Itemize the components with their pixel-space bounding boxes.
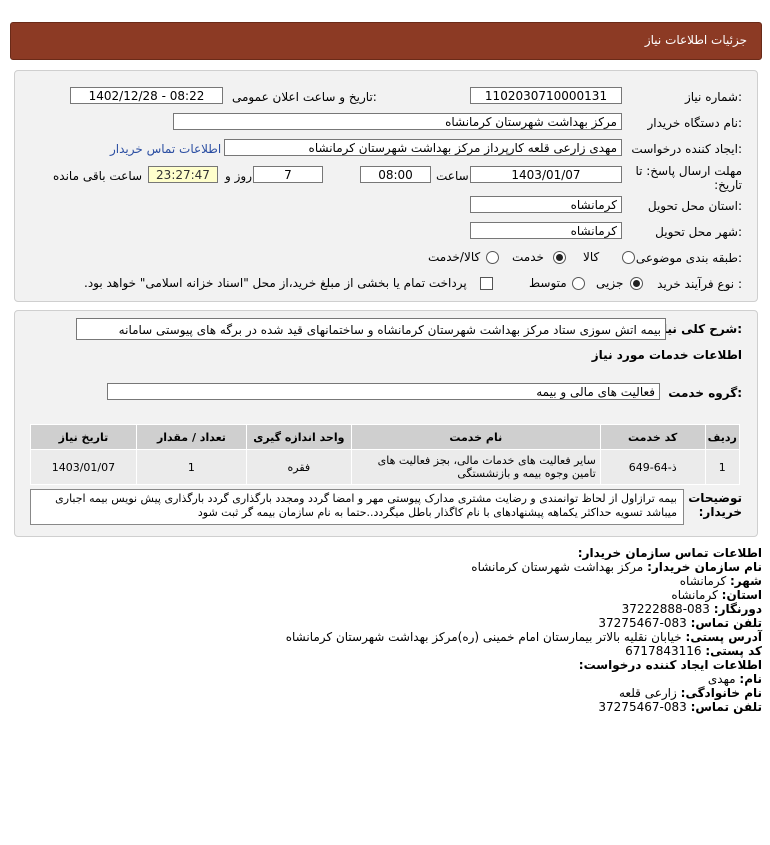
cell-date: 1403/01/07 <box>30 449 137 485</box>
contact-title: اطلاعات تماس سازمان خریدار: <box>577 546 762 560</box>
creator-field: مهدی زارعی قلعه کارپرداز مرکز بهداشت شهر… <box>224 139 622 156</box>
contact-postal-label: کد پستی: <box>705 644 762 658</box>
province-field: کرمانشاه <box>470 196 622 213</box>
contact-address-label: آدرس پستی: <box>685 630 762 644</box>
city-field: کرمانشاه <box>470 222 622 239</box>
treasury-payment-checkbox[interactable] <box>480 277 493 290</box>
city-label: شهر محل تحویل: <box>655 225 742 239</box>
creator-phone: 083-37275467 <box>598 700 687 714</box>
buyer-org-field: مرکز بهداشت شهرستان کرمانشاه <box>173 113 622 130</box>
col-qty-header: تعداد / مقدار <box>135 424 247 450</box>
contact-address: خیابان نقلیه بالاتر بیمارستان امام خمینی… <box>285 630 682 644</box>
page-header: جزئیات اطلاعات نیاز <box>10 22 762 60</box>
col-code-header: کد خدمت <box>599 424 706 450</box>
cell-code: ذ-64-649 <box>599 449 706 485</box>
category-goods-label: کالا <box>583 250 600 264</box>
col-name-header: نام خدمت <box>350 424 601 450</box>
creator-section-title: اطلاعات ایجاد کننده درخواست: <box>578 658 762 672</box>
remaining-label: ساعت باقی مانده <box>53 169 143 183</box>
services-table: ردیف کد خدمت نام خدمت واحد اندازه گیری ت… <box>30 424 741 485</box>
summary-field: بیمه اتش سوزی ستاد مرکز بهداشت شهرستان ک… <box>76 318 666 340</box>
contact-fax: 083-37222888 <box>621 602 710 616</box>
category-goods-service-label: کالا/خدمت <box>428 250 481 264</box>
process-medium-label: متوسط <box>529 276 567 290</box>
need-number-label: شماره نیاز: <box>684 90 742 104</box>
creator-label: ایجاد کننده درخواست: <box>631 142 742 156</box>
need-number-field: 1102030710000131 <box>470 87 622 104</box>
days-field: 7 <box>253 166 323 183</box>
creator-name: مهدی <box>707 672 736 686</box>
contact-phone-label: تلفن تماس: <box>690 616 762 630</box>
table-header-row: ردیف کد خدمت نام خدمت واحد اندازه گیری ت… <box>30 424 741 450</box>
buyer-org-label: نام دستگاه خریدار: <box>647 116 743 130</box>
creator-family-label: نام خانوادگی: <box>680 686 762 700</box>
category-service-label: خدمت <box>512 250 544 264</box>
services-section-title: اطلاعات خدمات مورد نیاز <box>591 348 742 362</box>
process-type-label: نوع فرآیند خرید : <box>657 277 742 291</box>
buyer-notes-field: بیمه ترازاول از لحاظ توانمندی و رضایت مش… <box>30 489 684 525</box>
announce-date-field: 1402/12/28 - 08:22 <box>70 87 223 104</box>
remaining-timer: 23:27:47 <box>148 166 218 183</box>
cell-name: سایر فعالیت های خدمات مالی، بجز فعالیت ه… <box>350 449 601 485</box>
creator-family: زارعی قلعه <box>618 686 677 700</box>
category-goods-radio[interactable] <box>622 251 635 264</box>
contact-province-label: استان: <box>721 588 762 602</box>
service-group-field: فعالیت های مالی و بیمه <box>107 383 660 400</box>
process-minor-label: جزیی <box>596 276 624 290</box>
deadline-label: مهلت ارسال پاسخ: تا تاریخ: <box>635 164 742 192</box>
announce-date-label: تاریخ و ساعت اعلان عمومی: <box>232 90 377 104</box>
category-goods-service-radio[interactable] <box>486 251 499 264</box>
cell-row: 1 <box>704 449 741 485</box>
contact-province: کرمانشاه <box>671 588 718 602</box>
creator-phone-label: تلفن تماس: <box>690 700 762 714</box>
deadline-date-field: 1403/01/07 <box>470 166 622 183</box>
service-group-label: گروه خدمت: <box>668 386 742 400</box>
page-title: جزئیات اطلاعات نیاز <box>644 33 747 47</box>
category-service-radio[interactable] <box>553 251 566 264</box>
table-row: 1 ذ-64-649 سایر فعالیت های خدمات مالی، ب… <box>30 449 741 485</box>
cell-unit: فقره <box>245 449 352 485</box>
deadline-time-label: ساعت <box>436 169 469 183</box>
col-unit-header: واحد اندازه گیری <box>245 424 352 450</box>
summary-label: شرح کلی نیاز: <box>656 322 742 336</box>
days-label: روز و <box>225 169 252 183</box>
cell-qty: 1 <box>135 449 247 485</box>
creator-name-label: نام: <box>739 672 762 686</box>
contact-city-label: شهر: <box>730 574 762 588</box>
process-medium-radio[interactable] <box>572 277 585 290</box>
col-row-header: ردیف <box>704 424 741 450</box>
buyer-contact-link[interactable]: اطلاعات تماس خریدار <box>110 142 221 156</box>
contact-fax-label: دورنگار: <box>713 602 762 616</box>
treasury-payment-note: پرداخت تمام یا بخشی از مبلغ خرید،از محل … <box>84 276 467 290</box>
buyer-notes-label: توضیحات خریدار: <box>688 491 742 519</box>
category-label: طبقه بندی موضوعی: <box>635 251 742 265</box>
col-date-header: تاریخ نیاز <box>30 424 137 450</box>
contact-postal: 6717843116 <box>625 644 702 658</box>
province-label: استان محل تحویل: <box>647 199 742 213</box>
contact-city: کرمانشاه <box>679 574 727 588</box>
contact-org-label: نام سازمان خریدار: <box>647 560 762 574</box>
process-minor-radio[interactable] <box>630 277 643 290</box>
contact-org: مرکز بهداشت شهرستان کرمانشاه <box>471 560 644 574</box>
contact-phone: 083-37275467 <box>598 616 687 630</box>
deadline-time-field: 08:00 <box>360 166 431 183</box>
buyer-contact-section: اطلاعات تماس سازمان خریدار: نام سازمان خ… <box>62 546 762 714</box>
